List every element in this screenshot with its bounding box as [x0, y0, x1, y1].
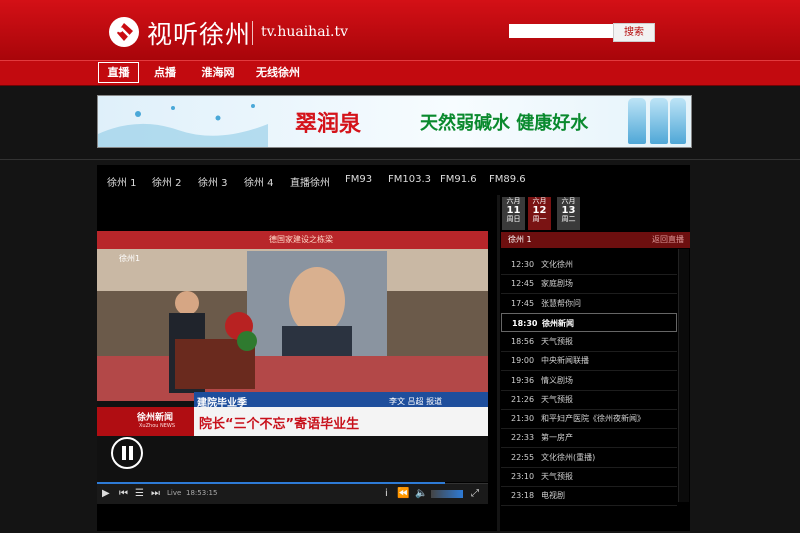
logo-separator — [252, 21, 253, 45]
tab-channel-xuzhou1[interactable]: 徐州 1 — [107, 174, 137, 189]
water-bottle-icon — [628, 98, 646, 144]
schedule-row[interactable]: 23:18 电视剧 — [501, 486, 677, 506]
schedule-program: 天气预报 — [541, 394, 573, 404]
video-backdrop-text: 德国家建设之栋梁 — [269, 235, 333, 244]
schedule-program: 徐州新闻 — [542, 318, 574, 328]
water-bottle-icon — [670, 98, 686, 144]
schedule-row[interactable]: 12:45 家庭剧场 — [501, 274, 677, 295]
schedule-row[interactable]: 23:10 天气预报 — [501, 467, 677, 487]
schedule-program: 天气预报 — [541, 337, 573, 346]
playlist-icon[interactable]: ☰ — [135, 488, 144, 499]
schedule-time: 23:18 — [511, 491, 535, 500]
schedule-row[interactable]: 19:00 中央新闻联播 — [501, 351, 677, 372]
schedule-row[interactable]: 21:26 天气预报 — [501, 390, 677, 410]
site-title[interactable]: 视听徐州 — [147, 15, 251, 51]
banner-brand: 翠润泉 — [295, 111, 362, 137]
schedule-row[interactable]: 17:45 张慧帮你问 — [501, 294, 677, 314]
schedule-header: 徐州 1 返回直播 — [501, 232, 690, 248]
volume-icon[interactable]: 🔈 — [415, 488, 427, 499]
schedule-time: 19:36 — [511, 375, 535, 385]
schedule-row[interactable]: 21:30 和平妇产医院《徐州夜新闻》 — [501, 409, 677, 429]
main-nav: 直播 点播 淮海网 无线徐州 — [0, 60, 800, 86]
schedule-channel: 徐州 1 — [508, 235, 532, 244]
schedule-time: 23:10 — [511, 471, 535, 481]
day-tab-11[interactable]: 六月 11 周日 — [502, 197, 525, 230]
volume-slider[interactable] — [431, 490, 463, 498]
day-tab-13[interactable]: 六月 13 周二 — [557, 197, 580, 230]
schedule-program: 文化徐州(重播) — [541, 452, 596, 462]
section-divider — [0, 159, 800, 160]
tab-channel-fm916[interactable]: FM91.6 — [440, 174, 477, 185]
rewind-icon[interactable]: ⏪ — [397, 488, 409, 499]
channel-tabs: 徐州 1 徐州 2 徐州 3 徐州 4 直播徐州 FM93 FM103.3 FM… — [97, 165, 690, 195]
nav-item-live[interactable]: 直播 — [98, 62, 139, 83]
caption-reporters: 李文 吕超 报道 — [389, 397, 443, 406]
schedule-program: 张慧帮你问 — [541, 298, 581, 308]
water-bottle-icon — [650, 98, 668, 144]
schedule-program: 电视剧 — [541, 491, 565, 500]
schedule-time: 22:33 — [511, 433, 535, 443]
news-logo-subtext: XuZhou NEWS — [139, 423, 176, 429]
schedule-program: 天气预报 — [541, 471, 573, 481]
day-tab-12[interactable]: 六月 12 周一 — [528, 197, 551, 230]
pause-icon[interactable] — [111, 437, 143, 469]
schedule-time: 19:00 — [511, 356, 535, 366]
tab-channel-fm1033[interactable]: FM103.3 — [388, 174, 431, 185]
nav-item-wireless[interactable]: 无线徐州 — [254, 64, 302, 82]
schedule-time: 12:30 — [511, 260, 535, 269]
news-logo-text: 徐州新闻 — [137, 413, 174, 423]
banner-slogan: 天然弱碱水 健康好水 — [420, 113, 589, 134]
site-domain: tv.huaihai.tv — [261, 24, 349, 40]
banner-splash-graphic — [98, 104, 268, 147]
schedule-row[interactable]: 19:36 情义剧场 — [501, 371, 677, 391]
nav-item-huaihai[interactable]: 淮海网 — [198, 64, 238, 82]
live-label: Live — [167, 489, 182, 497]
nav-item-vod[interactable]: 点播 — [150, 64, 180, 82]
schedule-program: 第一房产 — [541, 433, 573, 443]
logo-icon[interactable] — [109, 17, 139, 47]
tab-channel-xuzhou4[interactable]: 徐州 4 — [244, 174, 274, 189]
tab-channel-xuzhou3[interactable]: 徐州 3 — [198, 174, 228, 189]
schedule-scrollbar[interactable] — [678, 249, 689, 502]
schedule-program: 中央新闻联播 — [541, 356, 589, 366]
schedule-time: 18:56 — [511, 337, 535, 346]
schedule-row[interactable]: 18:30 徐州新闻 — [501, 312, 677, 332]
search-button[interactable]: 搜索 — [613, 23, 655, 42]
schedule-program: 文化徐州 — [541, 260, 573, 269]
tab-channel-fm896[interactable]: FM89.6 — [489, 174, 526, 185]
schedule-program: 家庭剧场 — [541, 279, 573, 289]
back-to-live-link[interactable]: 返回直播 — [652, 232, 684, 248]
info-icon[interactable]: i — [385, 488, 388, 499]
schedule-time: 22:55 — [511, 452, 535, 462]
video-player[interactable]: 徐州1 德国家建设之栋梁 建院毕业季 李文 吕超 报道 徐州新闻 XuZhou … — [97, 231, 488, 482]
previous-icon[interactable]: ⏮ — [119, 488, 128, 499]
next-icon[interactable]: ⏭ — [151, 488, 160, 499]
caption-main: 院长“三个不忘”寄语毕业生 — [199, 417, 360, 432]
channel-station-label: 徐州1 — [119, 254, 141, 263]
schedule-program: 情义剧场 — [541, 375, 573, 385]
schedule-time: 21:26 — [511, 394, 535, 404]
schedule-row[interactable]: 12:30 文化徐州 — [501, 255, 677, 275]
player-controls: ▶ ⏮ ☰ ⏭ Live 18:53:15 i ⏪ 🔈 ⤢ — [97, 482, 488, 504]
ad-banner[interactable]: 翠润泉 天然弱碱水 健康好水 — [97, 95, 692, 148]
progress-bar[interactable] — [97, 482, 445, 484]
schedule-time: 17:45 — [511, 298, 535, 308]
schedule-time: 21:30 — [511, 414, 535, 423]
tab-channel-live-xuzhou[interactable]: 直播徐州 — [290, 174, 330, 189]
schedule-row[interactable]: 22:33 第一房产 — [501, 428, 677, 449]
play-icon[interactable]: ▶ — [102, 488, 110, 499]
schedule-row[interactable]: 18:56 天气预报 — [501, 332, 677, 352]
tab-channel-fm93[interactable]: FM93 — [345, 174, 372, 185]
search-input[interactable] — [509, 24, 621, 38]
tab-channel-xuzhou2[interactable]: 徐州 2 — [152, 174, 182, 189]
fullscreen-icon[interactable]: ⤢ — [471, 488, 479, 499]
video-frame-graphic — [97, 231, 488, 482]
schedule-time: 18:30 — [512, 318, 538, 328]
schedule-program: 和平妇产医院《徐州夜新闻》 — [541, 414, 645, 423]
schedule-row[interactable]: 22:55 文化徐州(重播) — [501, 448, 677, 468]
time-display: 18:53:15 — [186, 489, 218, 497]
caption-top: 建院毕业季 — [197, 398, 247, 409]
schedule-time: 12:45 — [511, 279, 535, 289]
